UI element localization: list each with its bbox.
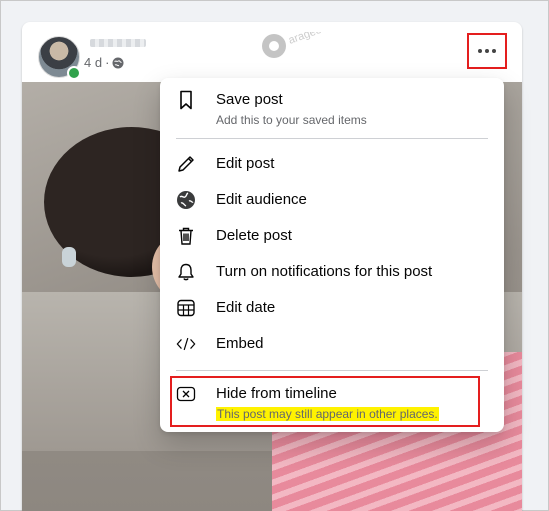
code-icon bbox=[176, 334, 196, 354]
watermark-text: arageek bbox=[287, 32, 329, 47]
annotation-highlight-box bbox=[170, 376, 480, 427]
pencil-icon bbox=[176, 154, 196, 174]
menu-item-embed[interactable]: Embed bbox=[168, 334, 496, 354]
menu-item-label: Save post bbox=[216, 91, 283, 108]
menu-item-delete-post[interactable]: Delete post bbox=[168, 226, 496, 246]
author-name-blurred[interactable] bbox=[90, 39, 146, 47]
online-status-dot bbox=[67, 66, 81, 80]
globe-icon[interactable] bbox=[112, 57, 124, 69]
menu-item-notifications[interactable]: Turn on notifications for this post bbox=[168, 262, 496, 282]
menu-item-label: Delete post bbox=[216, 227, 292, 244]
watermark-logo: arageek bbox=[260, 32, 330, 72]
menu-divider bbox=[176, 138, 488, 139]
menu-divider bbox=[176, 370, 488, 371]
more-horizontal-icon bbox=[478, 49, 496, 53]
menu-item-save-post[interactable]: Save post Add this to your saved items bbox=[168, 90, 496, 128]
menu-item-label: Edit date bbox=[216, 299, 276, 316]
post-time[interactable]: 4 d bbox=[84, 55, 102, 70]
menu-item-edit-date[interactable]: Edit date bbox=[168, 298, 496, 318]
globe-icon bbox=[176, 190, 196, 210]
more-options-button[interactable] bbox=[467, 33, 507, 69]
meta-separator: · bbox=[105, 55, 110, 70]
menu-item-sublabel: Add this to your saved items bbox=[216, 113, 367, 127]
menu-item-label: Embed bbox=[216, 335, 264, 352]
menu-item-label: Edit post bbox=[216, 155, 275, 172]
photo-hair-clip bbox=[62, 247, 76, 267]
post-meta: 4 d · bbox=[84, 55, 124, 70]
calendar-icon bbox=[176, 298, 196, 318]
bookmark-icon bbox=[176, 90, 196, 110]
trash-icon bbox=[176, 226, 196, 246]
menu-item-edit-post[interactable]: Edit post bbox=[168, 154, 496, 174]
menu-item-edit-audience[interactable]: Edit audience bbox=[168, 190, 496, 210]
bell-icon bbox=[176, 262, 196, 282]
menu-item-label: Edit audience bbox=[216, 191, 307, 208]
menu-item-label: Turn on notifications for this post bbox=[216, 263, 433, 280]
